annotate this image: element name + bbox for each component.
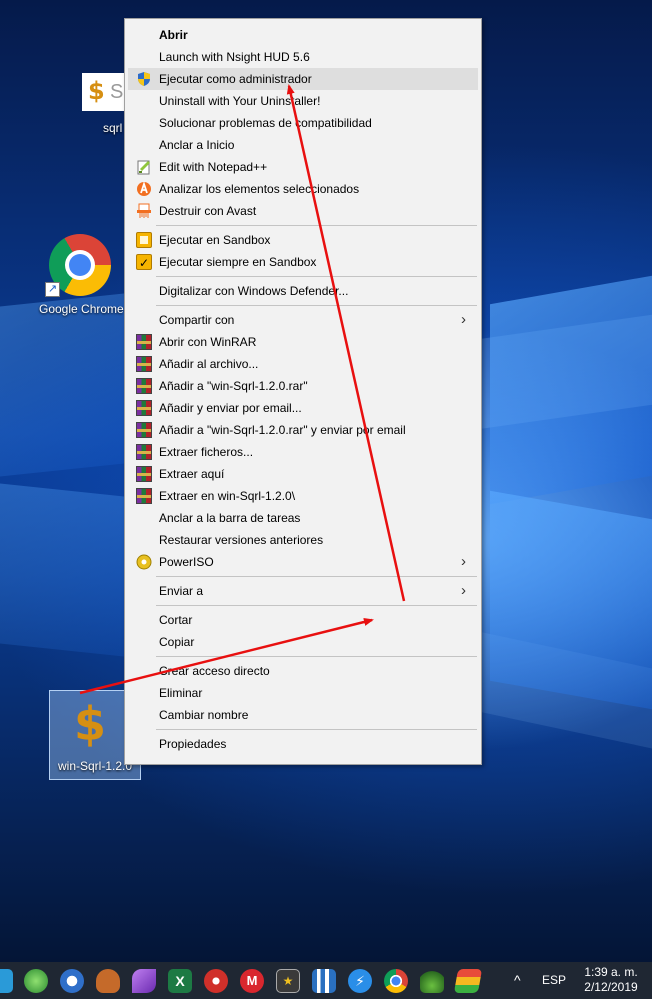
menu-item-winrar-extract-here[interactable]: Extraer aquí [128,463,478,485]
start-partial-icon[interactable] [0,966,16,996]
taskbar: X M ★ ⚡ ^ ESP 1:39 a. m. 2/12/2019 [0,962,652,999]
menu-separator [156,225,477,226]
menu-item-notepadpp[interactable]: Edit with Notepad++ [128,156,478,178]
sqrl-logo-icon: $ So [82,73,134,111]
menu-item-defender-scan[interactable]: Digitalizar con Windows Defender... [128,280,478,302]
menu-item-avast-shred[interactable]: Destruir con Avast [128,200,478,222]
menu-item-share-with[interactable]: Compartir con › [128,309,478,331]
menu-item-uninstall[interactable]: Uninstall with Your Uninstaller! [128,90,478,112]
menu-separator [156,576,477,577]
plant-icon[interactable] [417,966,447,996]
menu-item-winrar-extract[interactable]: Extraer ficheros... [128,441,478,463]
desktop-icon-label: Google Chrome [39,302,124,316]
submenu-chevron-icon: › [461,582,466,599]
lightning-icon[interactable]: ⚡ [345,966,375,996]
bluestacks-icon[interactable] [453,966,483,996]
menu-item-run-as-admin[interactable]: Ejecutar como administrador [128,68,478,90]
menu-separator [156,276,477,277]
menu-item-properties[interactable]: Propiedades [128,733,478,755]
menu-item-send-to[interactable]: Enviar a › [128,580,478,602]
baseball-glove-icon[interactable] [93,966,123,996]
menu-item-winrar-add-named[interactable]: Añadir a "win-Sqrl-1.2.0.rar" [128,375,478,397]
menu-item-pin-taskbar[interactable]: Anclar a la barra de tareas [128,507,478,529]
winrar-icon [136,422,152,438]
menu-item-abrir[interactable]: Abrir [128,24,478,46]
tray-chevron-icon[interactable]: ^ [514,962,521,999]
menu-item-winrar-add-email[interactable]: Añadir y enviar por email... [128,397,478,419]
menu-item-pin-start[interactable]: Anclar a Inicio [128,134,478,156]
notepadpp-icon [136,159,152,175]
squirrel-icon: $ [88,77,105,105]
ccleaner-icon[interactable] [201,966,231,996]
wallpaper-window-pane [0,293,124,477]
mega-icon[interactable]: M [237,966,267,996]
bar-chart-icon[interactable] [309,966,339,996]
winrar-icon [136,400,152,416]
sandbox-check-icon: ✓ [136,254,152,270]
wallpaper-window-pane [0,483,124,657]
desktop-icon-label: sqrl [103,121,123,135]
winrar-icon [136,466,152,482]
shredder-icon [136,203,152,219]
clock-time: 1:39 a. m. [584,965,638,979]
menu-item-winrar-add-named-email[interactable]: Añadir a "win-Sqrl-1.2.0.rar" y enviar p… [128,419,478,441]
menu-item-copy[interactable]: Copiar [128,631,478,653]
uac-shield-icon [136,71,152,87]
menu-item-nsight[interactable]: Launch with Nsight HUD 5.6 [128,46,478,68]
menu-item-winrar-open[interactable]: Abrir con WinRAR [128,331,478,353]
menu-separator [156,656,477,657]
winrar-icon [136,378,152,394]
menu-item-sandbox-always[interactable]: ✓ Ejecutar siempre en Sandbox [128,251,478,273]
winrar-icon [136,356,152,372]
taskbar-clock[interactable]: 1:39 a. m. 2/12/2019 [580,965,642,995]
excel-icon[interactable]: X [165,966,195,996]
menu-item-avast-scan[interactable]: Analizar los elementos seleccionados [128,178,478,200]
menu-item-winrar-add[interactable]: Añadir al archivo... [128,353,478,375]
wallpaper-window-pane [490,490,652,710]
menu-item-create-shortcut[interactable]: Crear acceso directo [128,660,478,682]
menu-item-winrar-extract-folder[interactable]: Extraer en win-Sqrl-1.2.0\ [128,485,478,507]
menu-item-delete[interactable]: Eliminar [128,682,478,704]
menu-separator [156,729,477,730]
squirrel-icon: $ [74,697,107,751]
menu-item-rename[interactable]: Cambiar nombre [128,704,478,726]
wallpaper-window-pane [490,275,652,505]
context-menu: Abrir Launch with Nsight HUD 5.6 Ejecuta… [124,18,482,765]
menu-item-sandbox-run[interactable]: Ejecutar en Sandbox [128,229,478,251]
windows-media-icon[interactable] [57,966,87,996]
terminal-star-icon[interactable]: ★ [273,966,303,996]
feather-icon[interactable] [129,966,159,996]
menu-separator [156,605,477,606]
menu-item-compat-troubleshoot[interactable]: Solucionar problemas de compatibilidad [128,112,478,134]
chrome-icon[interactable] [381,966,411,996]
winrar-icon [136,444,152,460]
menu-item-cut[interactable]: Cortar [128,609,478,631]
submenu-chevron-icon: › [461,553,466,570]
winrar-icon [136,334,152,350]
language-indicator[interactable]: ESP [542,962,566,999]
sandbox-icon [136,232,152,248]
shortcut-arrow-icon: ↗ [45,282,60,297]
menu-item-restore-versions[interactable]: Restaurar versiones anteriores [128,529,478,551]
menu-item-poweriso[interactable]: PowerISO › [128,551,478,573]
avast-icon [136,181,152,197]
submenu-chevron-icon: › [461,311,466,328]
network-globe-icon[interactable] [21,966,51,996]
clock-date: 2/12/2019 [584,980,638,994]
poweriso-icon [136,554,152,570]
winrar-icon [136,488,152,504]
menu-separator [156,305,477,306]
